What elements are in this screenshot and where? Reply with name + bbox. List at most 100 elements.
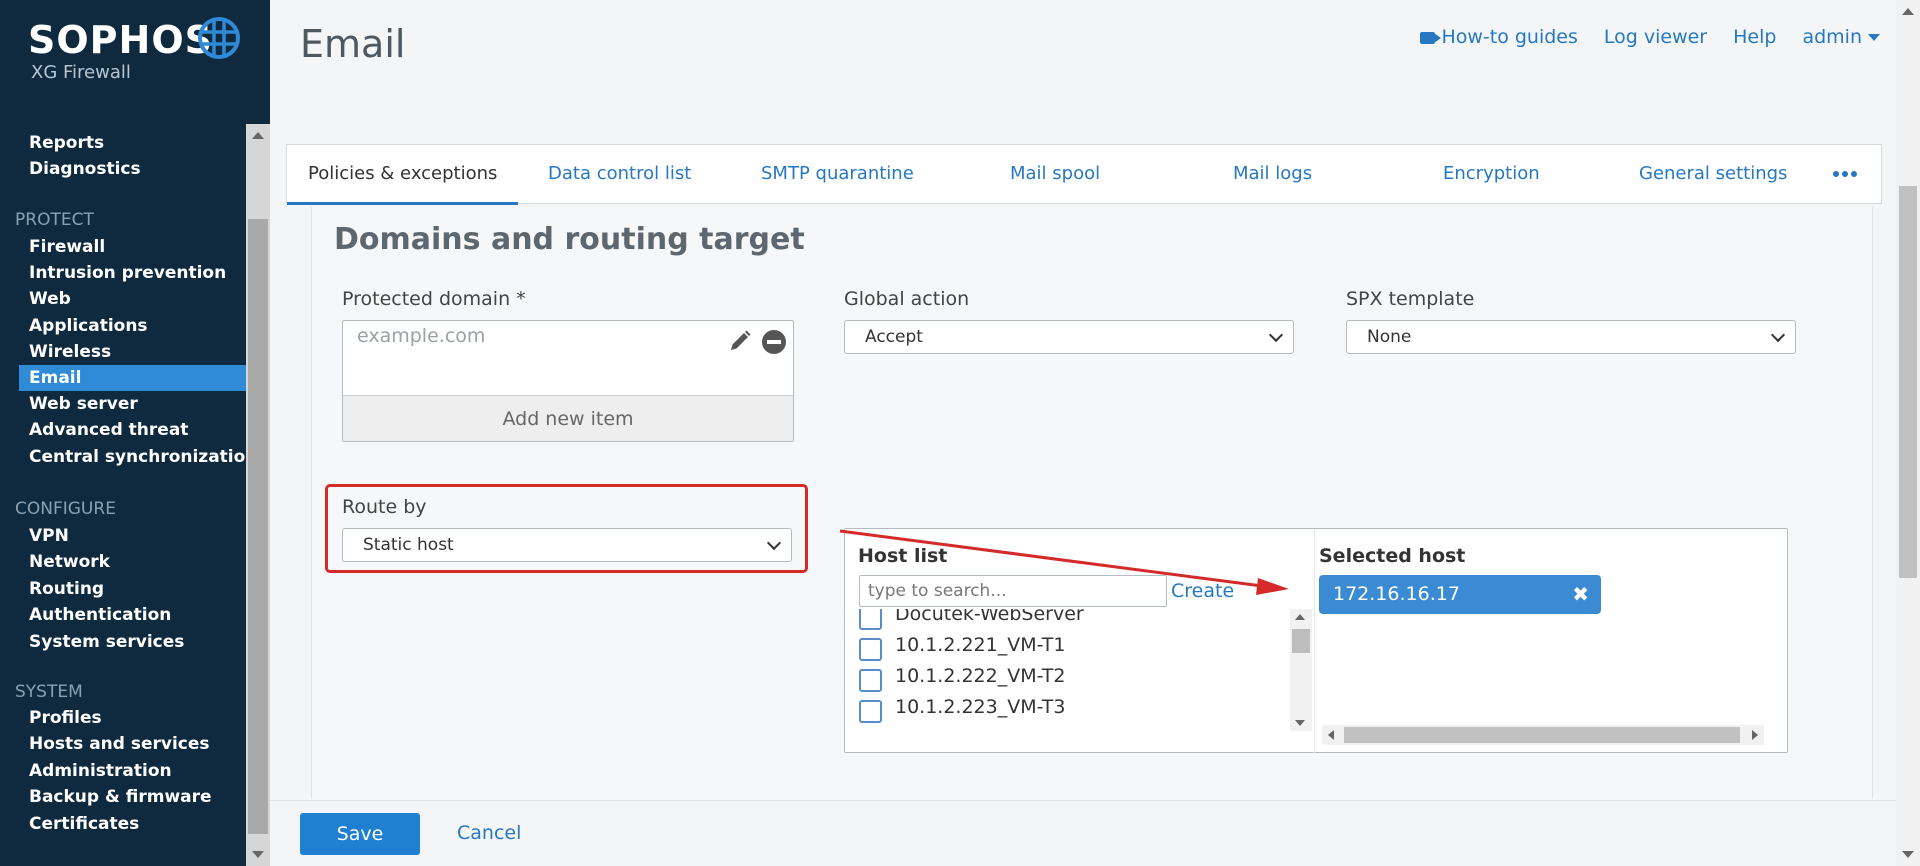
sidebar: SOPHOS XG Firewall Reports Diagnostics P… <box>0 0 270 866</box>
tab-mail-spool[interactable]: Mail spool <box>1010 145 1100 205</box>
tab-policies-exceptions[interactable]: Policies & exceptions <box>287 145 519 205</box>
host-list-title: Host list <box>858 545 948 567</box>
host-label: Docutek-WebServer <box>895 609 1084 625</box>
sidebar-item-network[interactable]: Network <box>19 549 246 575</box>
host-search-input[interactable] <box>859 575 1167 607</box>
sidebar-item-web[interactable]: Web <box>19 286 246 312</box>
spx-template-value: None <box>1367 327 1412 347</box>
host-checkbox[interactable] <box>859 638 882 661</box>
sidebar-item-email[interactable]: Email <box>19 365 246 391</box>
route-by-select[interactable]: Static host <box>342 528 792 562</box>
sidebar-item-diagnostics[interactable]: Diagnostics <box>19 156 246 182</box>
host-checkbox[interactable] <box>859 669 882 692</box>
add-new-item-button[interactable]: Add new item <box>343 395 793 441</box>
admin-label: admin <box>1802 26 1862 48</box>
remove-icon[interactable] <box>762 330 786 354</box>
scroll-up-arrow-icon[interactable] <box>1902 8 1914 15</box>
sidebar-item-applications[interactable]: Applications <box>19 313 246 339</box>
spx-template-select[interactable]: None <box>1346 320 1796 354</box>
protected-domain-label: Protected domain * <box>342 288 526 310</box>
protected-domain-placeholder: example.com <box>357 325 486 347</box>
sidebar-item-central-synchronization[interactable]: Central synchronization <box>19 444 246 470</box>
sidebar-item-administration[interactable]: Administration <box>19 758 246 784</box>
sidebar-item-reports[interactable]: Reports <box>19 130 246 156</box>
sophos-logo: SOPHOS XG Firewall <box>28 17 258 88</box>
tab-general-settings[interactable]: General settings <box>1639 145 1787 205</box>
sidebar-item-firewall[interactable]: Firewall <box>19 234 246 260</box>
sidebar-item-authentication[interactable]: Authentication <box>19 602 246 628</box>
selected-host-title: Selected host <box>1319 545 1466 567</box>
host-list-scrollbar[interactable] <box>1290 609 1312 731</box>
how-to-guides-link[interactable]: How-to guides <box>1420 26 1578 48</box>
sidebar-item-certificates[interactable]: Certificates <box>19 811 246 837</box>
header-links: How-to guides Log viewer Help admin <box>1420 26 1880 48</box>
help-link[interactable]: Help <box>1733 26 1776 48</box>
chevron-down-icon <box>766 535 782 551</box>
nav-group-system: SYSTEM <box>15 682 83 702</box>
create-host-link[interactable]: Create <box>1171 580 1234 602</box>
tab-mail-logs[interactable]: Mail logs <box>1233 145 1312 205</box>
scroll-left-arrow-icon[interactable] <box>1328 730 1334 740</box>
global-action-select[interactable]: Accept <box>844 320 1294 354</box>
scroll-up-arrow-icon[interactable] <box>252 132 264 139</box>
scroll-up-arrow-icon[interactable] <box>1295 614 1305 620</box>
scroll-down-arrow-icon[interactable] <box>1902 851 1914 858</box>
section-title: Domains and routing target <box>334 222 805 257</box>
host-list-item[interactable]: 10.1.2.223_VM-T3 <box>859 696 1299 726</box>
more-tabs-icon[interactable] <box>1833 171 1857 177</box>
brand-name: SOPHOS <box>28 18 213 62</box>
host-list-scrollbar-thumb[interactable] <box>1292 629 1310 653</box>
host-checkbox[interactable] <box>859 700 882 723</box>
page-title: Email <box>300 22 406 66</box>
tab-data-control-list[interactable]: Data control list <box>548 145 691 205</box>
sidebar-scrollbar[interactable] <box>246 124 270 866</box>
scroll-right-arrow-icon[interactable] <box>1752 730 1758 740</box>
host-label: 10.1.2.221_VM-T1 <box>895 634 1066 656</box>
selected-host-scrollbar-thumb[interactable] <box>1344 727 1740 743</box>
host-list-item[interactable]: 10.1.2.222_VM-T2 <box>859 665 1299 695</box>
sidebar-scrollbar-thumb[interactable] <box>248 219 268 834</box>
sidebar-item-backup-firmware[interactable]: Backup & firmware <box>19 784 246 810</box>
selected-host-value: 172.16.16.17 <box>1333 583 1460 605</box>
selected-host-scrollbar[interactable] <box>1322 725 1764 745</box>
scroll-down-arrow-icon[interactable] <box>1295 720 1305 726</box>
sidebar-nav: Reports Diagnostics PROTECT Firewall Int… <box>0 124 246 866</box>
host-list-item[interactable]: 10.1.2.221_VM-T1 <box>859 634 1299 664</box>
global-action-label: Global action <box>844 288 970 310</box>
globe-icon <box>198 17 240 59</box>
sidebar-item-routing[interactable]: Routing <box>19 576 246 602</box>
sidebar-item-advanced-threat[interactable]: Advanced threat <box>19 417 246 443</box>
sidebar-item-vpn[interactable]: VPN <box>19 523 246 549</box>
route-by-value: Static host <box>363 535 454 555</box>
close-icon[interactable]: ✖ <box>1572 575 1589 614</box>
panel-divider <box>1314 529 1315 754</box>
how-to-guides-label: How-to guides <box>1441 26 1578 48</box>
admin-menu[interactable]: admin <box>1802 26 1880 48</box>
sidebar-item-web-server[interactable]: Web server <box>19 391 246 417</box>
route-by-label: Route by <box>342 496 427 518</box>
pencil-icon[interactable] <box>728 329 752 353</box>
tab-encryption[interactable]: Encryption <box>1443 145 1540 205</box>
host-checkbox[interactable] <box>859 609 882 630</box>
chevron-down-icon <box>1268 327 1284 343</box>
tab-bar: Policies & exceptions Data control list … <box>286 144 1882 205</box>
sidebar-item-intrusion-prevention[interactable]: Intrusion prevention <box>19 260 246 286</box>
nav-group-protect: PROTECT <box>15 210 94 230</box>
main-scrollbar[interactable] <box>1896 0 1920 866</box>
sidebar-item-hosts-and-services[interactable]: Hosts and services <box>19 731 246 757</box>
video-camera-icon <box>1420 31 1436 44</box>
product-name: XG Firewall <box>31 62 131 83</box>
tab-smtp-quarantine[interactable]: SMTP quarantine <box>761 145 914 205</box>
protected-domain-field[interactable]: example.com Add new item <box>342 320 794 442</box>
save-button[interactable]: Save <box>300 813 420 855</box>
nav-group-configure: CONFIGURE <box>15 499 116 519</box>
sidebar-item-profiles[interactable]: Profiles <box>19 705 246 731</box>
host-list-item[interactable]: Docutek-WebServer <box>859 609 1299 633</box>
main-scrollbar-thumb[interactable] <box>1899 186 1917 578</box>
selected-host-chip: 172.16.16.17 ✖ <box>1319 575 1601 614</box>
cancel-button[interactable]: Cancel <box>457 822 521 844</box>
scroll-down-arrow-icon[interactable] <box>252 851 264 858</box>
sidebar-item-system-services[interactable]: System services <box>19 629 246 655</box>
sidebar-item-wireless[interactable]: Wireless <box>19 339 246 365</box>
log-viewer-link[interactable]: Log viewer <box>1604 26 1707 48</box>
